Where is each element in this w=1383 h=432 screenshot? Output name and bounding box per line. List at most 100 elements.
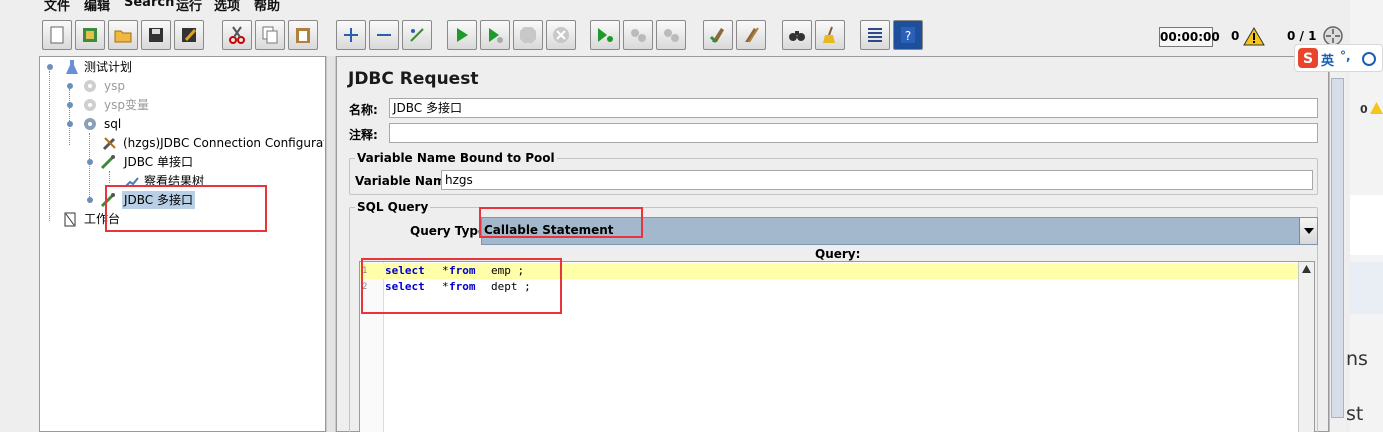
sql-query-group-title: SQL Query (355, 200, 431, 214)
background-text: st (1346, 403, 1364, 425)
menu-edit[interactable]: 编辑 (84, 0, 110, 12)
tree-toggle-icon[interactable] (66, 82, 74, 90)
clear-all-icon (745, 27, 759, 43)
menu-file[interactable]: 文件 (44, 0, 70, 12)
highlight-query-text (361, 258, 562, 314)
gear-icon (84, 99, 96, 111)
ime-mode[interactable]: 英 (1321, 50, 1334, 69)
tree-node-label: 测试计划 (84, 60, 133, 74)
pipette-icon (100, 155, 115, 170)
gear-icon (84, 80, 96, 92)
tree-node-label: (hzgs)JDBC Connection Configuratio (123, 136, 324, 150)
remote-start-icon (598, 28, 613, 42)
panel-scrollbar[interactable] (1329, 56, 1346, 432)
shutdown-button[interactable] (546, 20, 576, 50)
comment-label: 注释: (349, 128, 378, 142)
help-button[interactable]: ? (893, 20, 923, 50)
search-button[interactable] (782, 20, 812, 50)
editor-scrollbar[interactable] (1298, 262, 1314, 432)
name-field[interactable]: JDBC 多接口 (389, 98, 1318, 118)
error-count: 0 (1231, 29, 1240, 43)
reset-search-button[interactable] (815, 20, 845, 50)
jmeter-window: 文件 编辑 Search 运行 选项 帮助 ? 00:00:00 0 0 / 1… (0, 0, 1350, 432)
tree-node-label: sql (104, 117, 122, 131)
toggle-icon (410, 28, 424, 42)
remote-shutdown-button[interactable] (656, 20, 686, 50)
remote-stop-button[interactable] (623, 20, 653, 50)
tree-node-sql[interactable]: sql (64, 115, 324, 133)
wrench-icon (102, 137, 116, 151)
remote-stop-icon (631, 29, 646, 42)
save-button[interactable] (141, 20, 171, 50)
start-icon (457, 28, 468, 42)
page-title: JDBC Request (348, 69, 479, 89)
gear-icon (84, 118, 96, 130)
svg-text:S: S (1303, 51, 1313, 67)
open-icon (114, 30, 132, 43)
tree-node-ysp-variables[interactable]: ysp变量 (64, 96, 324, 114)
emoji-icon[interactable] (1361, 51, 1377, 67)
new-button[interactable] (42, 20, 72, 50)
paste-button[interactable] (288, 20, 318, 50)
menu-run[interactable]: 运行 (176, 0, 202, 12)
tree-toggle-icon[interactable] (66, 120, 74, 128)
clear-button[interactable] (703, 20, 733, 50)
elapsed-timer: 00:00:00 (1159, 27, 1220, 47)
thread-count: 0 / 1 (1287, 29, 1317, 43)
remote-start-button[interactable] (590, 20, 620, 50)
background-panel (1350, 262, 1383, 314)
test-plan-tree: 测试计划 ysp ysp变量 sql (hzgs)JDBC Connection… (39, 56, 326, 432)
start-button[interactable] (447, 20, 477, 50)
tree-node-ysp[interactable]: ysp (64, 77, 324, 95)
query-label: Query: (815, 247, 861, 261)
scroll-up-icon[interactable] (1302, 265, 1311, 273)
stop-button[interactable] (513, 20, 543, 50)
function-helper-button[interactable] (860, 20, 890, 50)
help-icon: ? (901, 27, 915, 43)
panel-splitter[interactable] (326, 56, 336, 432)
svg-text:?: ? (905, 29, 911, 43)
search-icon (789, 31, 805, 41)
tree-toggle-icon[interactable] (46, 63, 54, 71)
background-panel (1350, 195, 1383, 255)
ime-punctuation[interactable]: °, (1340, 49, 1351, 63)
tree-node-label: ysp变量 (104, 98, 149, 112)
menu-options[interactable]: 选项 (214, 0, 240, 12)
broom-icon (823, 26, 835, 43)
expand-icon (344, 28, 358, 42)
collapse-button[interactable] (369, 20, 399, 50)
workbench-icon (64, 212, 76, 227)
toggle-button[interactable] (402, 20, 432, 50)
tree-toggle-icon[interactable] (66, 101, 74, 109)
tree-node-test-plan[interactable]: 测试计划 (44, 58, 324, 76)
tree-node-jdbc-config[interactable]: (hzgs)JDBC Connection Configuratio (98, 134, 324, 152)
expand-button[interactable] (336, 20, 366, 50)
cut-button[interactable] (222, 20, 252, 50)
clear-all-button[interactable] (736, 20, 766, 50)
tree-toggle-icon[interactable] (86, 158, 94, 166)
templates-button[interactable] (75, 20, 105, 50)
save-as-button[interactable] (174, 20, 204, 50)
copy-button[interactable] (255, 20, 285, 50)
warning-icon[interactable] (1243, 27, 1265, 46)
menu-help[interactable]: 帮助 (254, 0, 280, 12)
tree-node-label: ysp (104, 79, 125, 93)
comment-field[interactable] (389, 123, 1318, 143)
warning-icon (1370, 102, 1383, 114)
menu-search[interactable]: Search (124, 0, 174, 10)
scrollbar-thumb[interactable] (1331, 78, 1344, 418)
highlight-tree-selection (105, 185, 267, 232)
name-label: 名称: (349, 103, 378, 117)
open-button[interactable] (108, 20, 138, 50)
tree-node-jdbc-single[interactable]: JDBC 单接口 (84, 153, 324, 171)
ime-toolbar[interactable]: S 英 °, (1294, 44, 1383, 72)
shutdown-icon (553, 27, 569, 43)
variable-name-field[interactable]: hzgs (441, 170, 1313, 190)
start-no-pause-button[interactable] (480, 20, 510, 50)
dropdown-button[interactable] (1299, 218, 1317, 244)
remote-shutdown-icon (664, 29, 679, 42)
save-icon (149, 28, 163, 42)
clear-icon (709, 28, 724, 44)
chevron-down-icon (1304, 228, 1314, 234)
tree-toggle-icon[interactable] (86, 196, 94, 204)
